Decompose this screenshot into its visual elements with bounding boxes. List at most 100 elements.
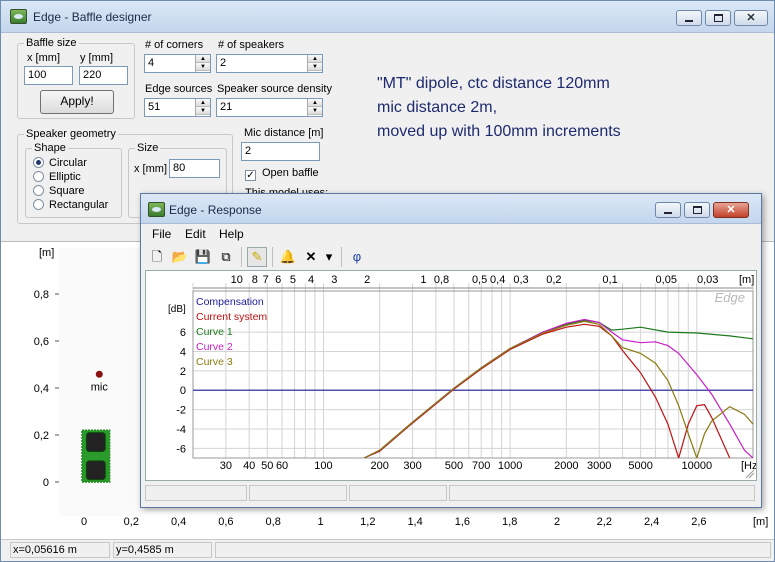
spin-down-icon[interactable]: ▼ [196, 107, 210, 115]
chart-y-tick-label: 6 [180, 327, 186, 339]
legend-entry-4: Curve 2 [196, 341, 233, 353]
chart-x-tick-label: 3000 [587, 460, 611, 472]
geometry-y-tick-label: 0,2 [34, 430, 49, 442]
close-button[interactable]: ✕ [734, 10, 768, 26]
response-plot[interactable]: 6 4 2 0 -2 -4 -6 [dB] 30 40 50 60 100 200 300 500 700 100… [145, 270, 761, 481]
toolbar-separator [241, 247, 242, 267]
apply-button[interactable]: Apply! [40, 90, 114, 114]
spin-up-icon[interactable]: ▲ [308, 99, 322, 107]
save-button[interactable]: 💾 [193, 247, 213, 267]
response-title: Edge - Response [169, 203, 262, 217]
shape-square-radio[interactable]: Square [33, 185, 84, 197]
chart-top-tick-label: 0,05 [656, 274, 677, 286]
response-status-cell [349, 485, 447, 501]
chart-y-tick-label: -2 [176, 405, 186, 417]
spin-up-icon[interactable]: ▲ [308, 55, 322, 63]
source-density-spinner[interactable]: 21 ▲ ▼ [216, 98, 323, 117]
baffle-x-input[interactable]: 100 [24, 66, 73, 85]
geometry-x-tick-label: 2 [554, 516, 560, 528]
menu-file[interactable]: File [152, 227, 171, 241]
speakers-label: # of speakers [218, 39, 285, 51]
shape-circular-radio[interactable]: Circular [33, 157, 87, 169]
radio-icon [33, 199, 44, 210]
open-baffle-checkbox[interactable]: ✓ Open baffle [245, 167, 319, 181]
menu-edit[interactable]: Edit [185, 227, 206, 241]
speaker-driver [85, 432, 106, 452]
chart-x-tick-label: 200 [370, 460, 388, 472]
phase-button[interactable]: φ [347, 247, 367, 267]
chart-x-tick-label: 1000 [498, 460, 522, 472]
minimize-icon [664, 212, 672, 214]
geometry-x-tick-label: 2,4 [644, 516, 659, 528]
geometry-x-tick-label: 1,2 [360, 516, 375, 528]
spin-down-icon[interactable]: ▼ [196, 63, 210, 71]
edge-sources-spinner[interactable]: 51 ▲ ▼ [144, 98, 211, 117]
response-status-cell [249, 485, 347, 501]
spin-up-icon[interactable]: ▲ [196, 99, 210, 107]
speaker-size-input[interactable]: 80 [169, 159, 220, 178]
geometry-x-tick-label: 0,8 [266, 516, 281, 528]
shape-elliptic-radio[interactable]: Elliptic [33, 171, 81, 183]
response-menubar: File Edit Help [141, 224, 761, 244]
new-button[interactable]: 🗋 [147, 247, 167, 267]
mic-distance-input[interactable]: 2 [241, 142, 320, 161]
checkbox-check-icon: ✓ [245, 170, 256, 181]
geometry-x-tick-label: 1,4 [407, 516, 422, 528]
response-minimize-button[interactable] [655, 202, 681, 218]
copy-button[interactable]: ⧉ [216, 247, 236, 267]
spin-down-icon[interactable]: ▼ [308, 63, 322, 71]
maximize-icon [714, 14, 723, 22]
baffle-y-input[interactable]: 220 [79, 66, 128, 85]
response-window[interactable]: Edge - Response ✕ File Edit Help 🗋 📂 💾 ⧉… [140, 193, 762, 508]
shape-rectangular-radio[interactable]: Rectangular [33, 199, 108, 211]
dropdown-icon: ▾ [325, 249, 333, 264]
main-titlebar[interactable]: Edge - Baffle designer ✕ [1, 1, 774, 33]
geometry-x-tick-label: 0,2 [124, 516, 139, 528]
open-button[interactable]: 📂 [170, 247, 190, 267]
series-line-2 [363, 323, 731, 458]
edge-sources-label: Edge sources [145, 83, 213, 95]
speaker-driver [85, 460, 106, 481]
status-y-coordinate: y=0,4585 m [113, 542, 212, 558]
chart-x-tick-label: 40 [243, 460, 255, 472]
menu-help[interactable]: Help [219, 227, 244, 241]
open-baffle-label: Open baffle [262, 167, 319, 179]
corners-spinner[interactable]: 4 ▲ ▼ [144, 54, 211, 73]
baffle-x-label: x [mm] [27, 52, 60, 64]
chart-y-tick-label: -6 [176, 443, 186, 455]
minimize-button[interactable] [676, 10, 702, 26]
chart-top-tick-label: 7 [263, 274, 269, 286]
delete-dropdown-button[interactable]: ▾ [322, 247, 336, 267]
minimize-icon [685, 20, 693, 22]
status-x-coordinate: x=0,05616 m [10, 542, 110, 558]
spin-up-icon[interactable]: ▲ [196, 55, 210, 63]
speakers-spinner[interactable]: 2 ▲ ▼ [216, 54, 323, 73]
pen-icon: ✎ [251, 249, 263, 264]
response-titlebar[interactable]: Edge - Response ✕ [141, 194, 761, 224]
geometry-y-tick-label: 0,4 [34, 383, 49, 395]
bell-button[interactable]: 🔔 [278, 247, 298, 267]
corners-label: # of corners [145, 39, 204, 51]
chart-x-tick-label: 700 [472, 460, 490, 472]
response-chart-svg[interactable]: 6420-2-4-6[dB]30 40 50 60 100 200 300 500 700 100… [146, 271, 761, 480]
phase-icon: φ [352, 249, 362, 264]
chart-x-tick-label: 5000 [628, 460, 652, 472]
new-icon: 🗋 [151, 249, 163, 264]
chart-top-axis-label: [m] [739, 274, 754, 286]
response-close-button[interactable]: ✕ [713, 202, 749, 218]
geometry-x-tick-label: 1,6 [455, 516, 470, 528]
radio-selected-icon [33, 157, 44, 168]
response-status-bar [145, 484, 757, 502]
chart-x-tick-label: 100 [314, 460, 332, 472]
response-status-cell [449, 485, 755, 501]
radio-icon [33, 171, 44, 182]
spin-down-icon[interactable]: ▼ [308, 107, 322, 115]
maximize-button[interactable] [705, 10, 731, 26]
delete-curve-button[interactable]: ✕ [301, 247, 321, 267]
series-line-3 [363, 319, 753, 458]
save-icon: 💾 [194, 249, 212, 264]
close-icon: ✕ [746, 12, 756, 24]
response-maximize-button[interactable] [684, 202, 710, 218]
size-legend: Size [137, 142, 159, 154]
draw-button[interactable]: ✎ [247, 247, 267, 267]
